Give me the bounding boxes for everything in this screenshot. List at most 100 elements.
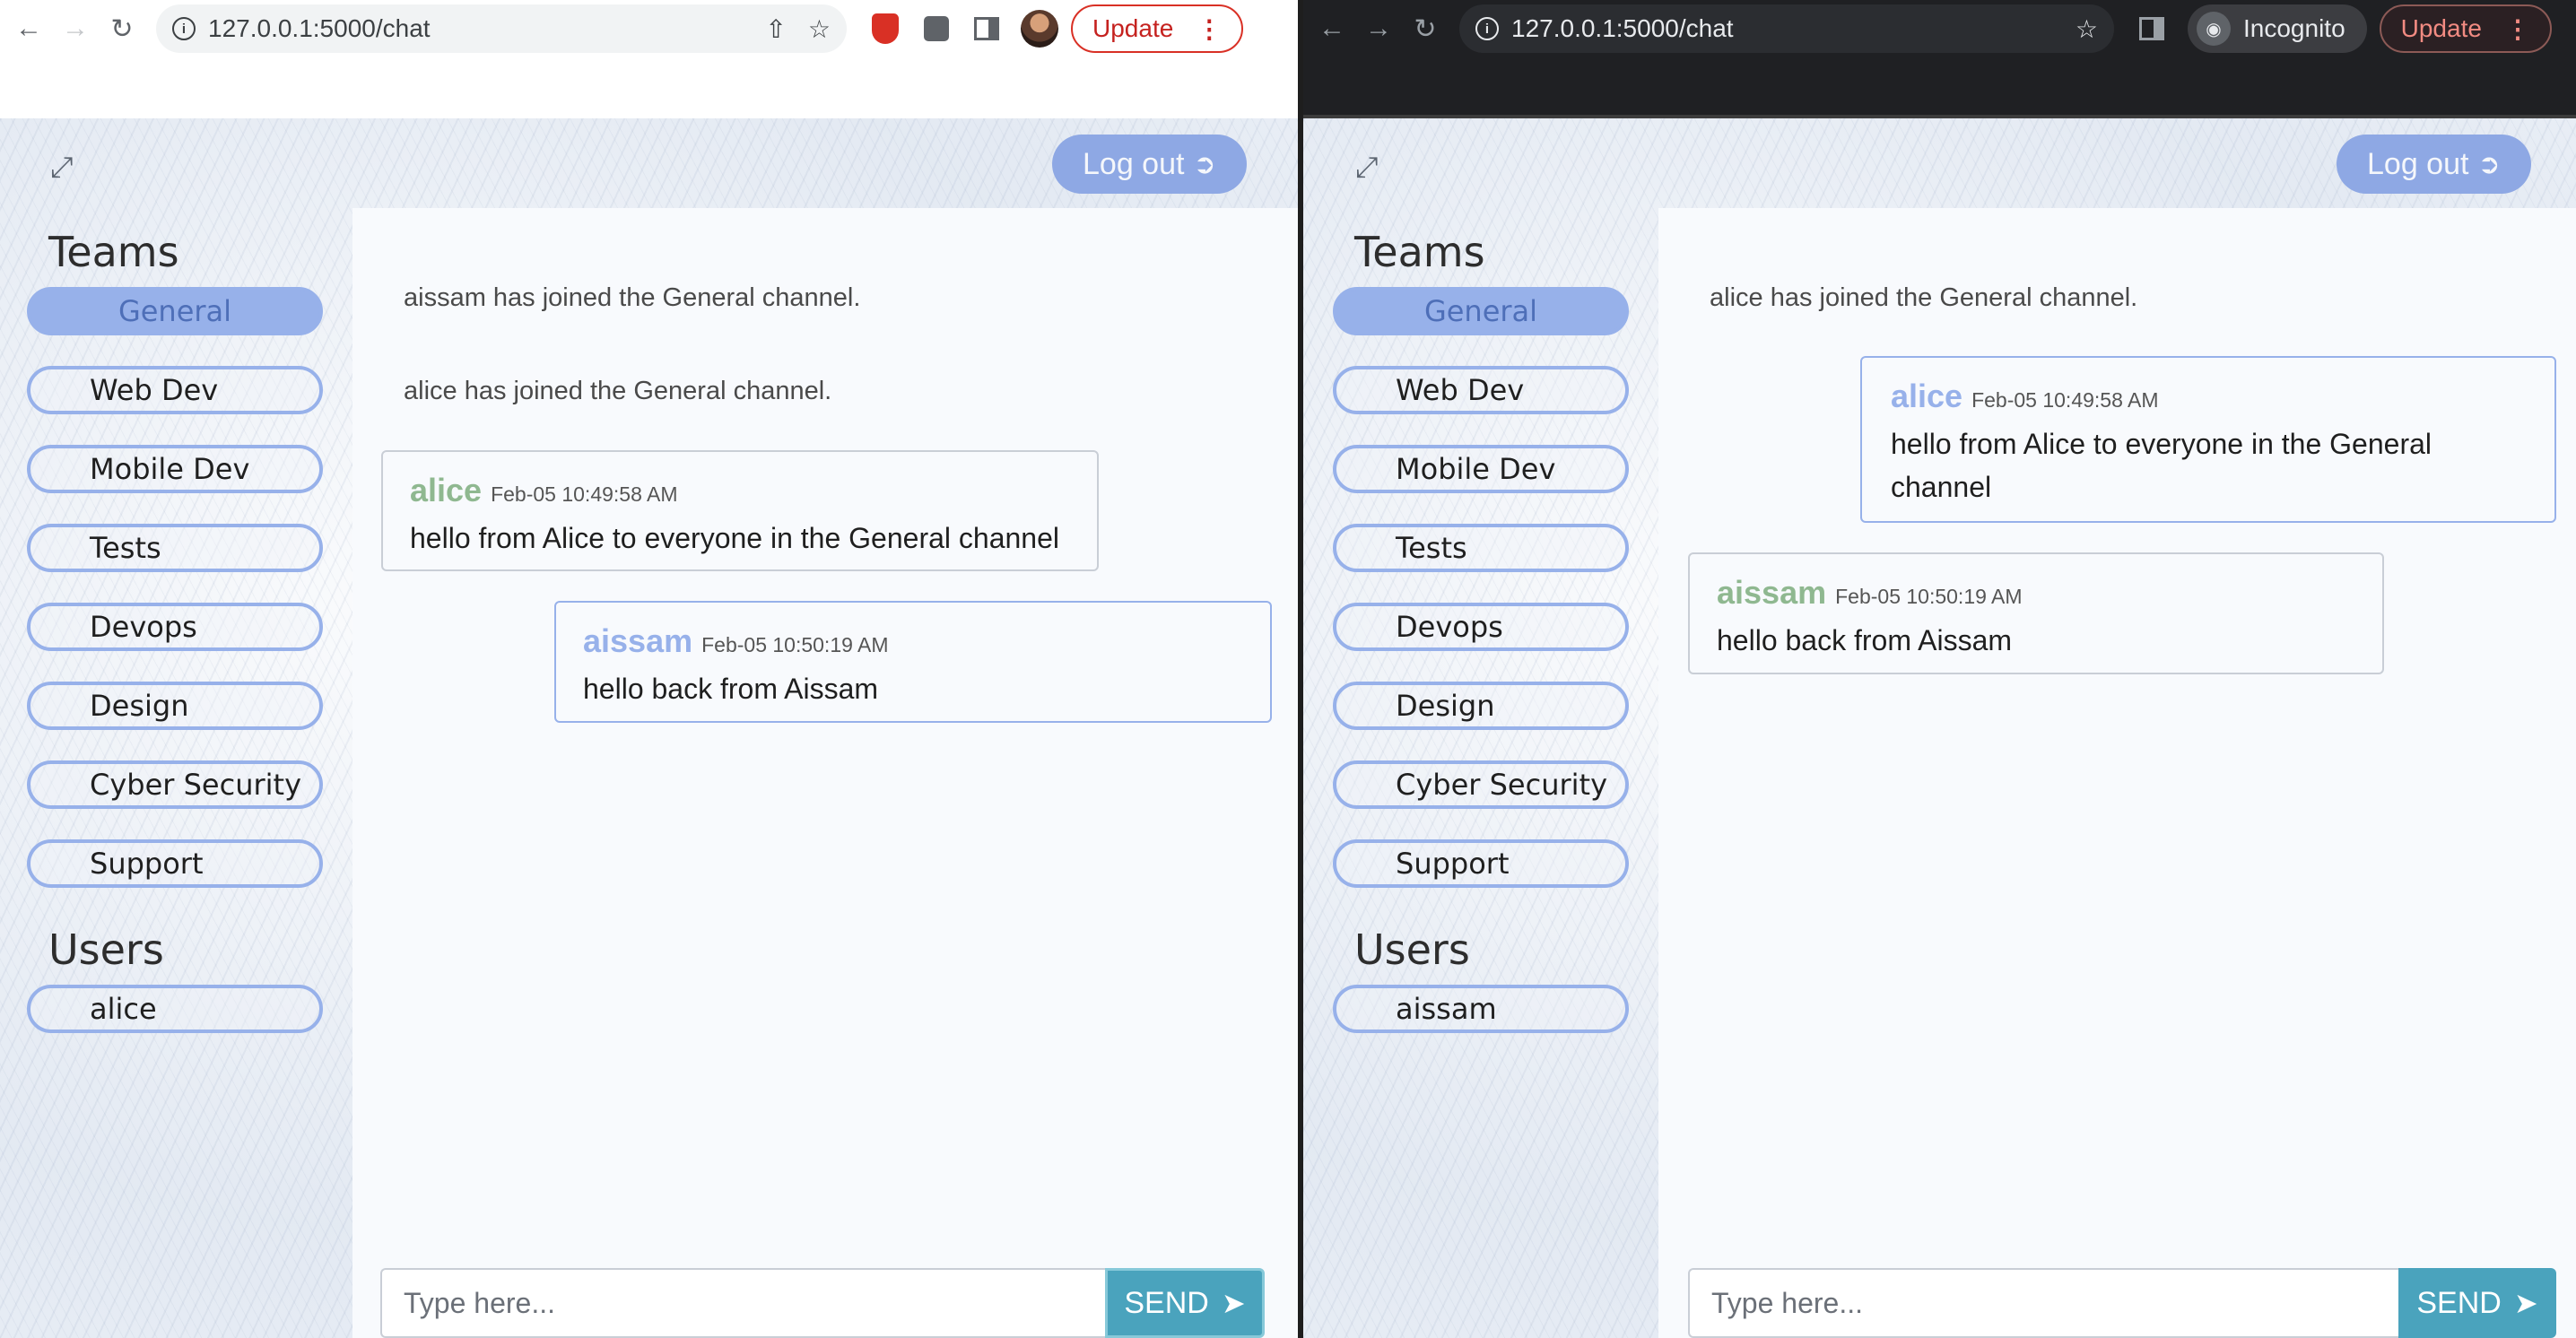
message-username: alice — [1891, 378, 1963, 414]
send-button[interactable]: SEND ➤ — [2398, 1268, 2556, 1338]
message-username: aissam — [583, 622, 693, 659]
channel-cyber-security[interactable]: Cyber Security — [27, 760, 323, 809]
browser-toolbar: ← → ↻ i 127.0.0.1:5000/chat ⇧ ☆ Update ⋮ — [0, 0, 1301, 57]
channel-general[interactable]: General — [27, 287, 323, 335]
side-panel-icon[interactable] — [974, 17, 999, 40]
user-aissam[interactable]: aissam — [1333, 985, 1629, 1033]
message-username: alice — [410, 472, 483, 508]
logout-icon: ➲ — [2477, 149, 2501, 179]
message-card: aissam Feb-05 10:50:19 AM hello back fro… — [1688, 552, 2384, 674]
system-message: alice has joined the General channel. — [1710, 283, 2138, 312]
expand-icon[interactable]: ⤢ — [1355, 151, 1379, 185]
info-icon[interactable]: i — [1475, 17, 1499, 40]
message-card: aissam Feb-05 10:50:19 AM hello back fro… — [554, 601, 1272, 723]
channel-general[interactable]: General — [1333, 287, 1629, 335]
channel-support[interactable]: Support — [1333, 839, 1629, 888]
update-label: Update — [2400, 14, 2482, 42]
update-button[interactable]: Update ⋮ — [2379, 4, 2552, 53]
profile-avatar[interactable] — [1021, 10, 1058, 48]
message-text-line: hello from Alice to everyone in the Gene… — [1891, 428, 2432, 460]
message-time: Feb-05 10:49:58 AM — [1971, 388, 2159, 412]
users-title: Users — [1354, 925, 1470, 974]
channel-devops[interactable]: Devops — [1333, 603, 1629, 651]
system-message: alice has joined the General channel. — [404, 377, 832, 405]
reload-icon[interactable]: ↻ — [104, 11, 140, 47]
incognito-icon: ◉ — [2197, 12, 2231, 46]
star-icon[interactable]: ☆ — [808, 14, 831, 44]
menu-dots-icon[interactable]: ⋮ — [1197, 14, 1222, 44]
incognito-indicator[interactable]: ◉ Incognito — [2188, 4, 2367, 53]
channel-design[interactable]: Design — [1333, 682, 1629, 730]
share-icon[interactable]: ⇧ — [765, 14, 786, 44]
logout-button[interactable]: Log out ➲ — [2337, 135, 2531, 194]
channel-tests[interactable]: Tests — [1333, 524, 1629, 572]
logout-button[interactable]: Log out ➲ — [1052, 135, 1247, 194]
logout-label: Log out — [1083, 146, 1185, 181]
message-time: Feb-05 10:49:58 AM — [491, 482, 678, 506]
update-label: Update — [1092, 14, 1174, 42]
back-icon[interactable]: ← — [11, 11, 47, 47]
message-card: alice Feb-05 10:49:58 AM hello from Alic… — [1860, 356, 2556, 523]
teams-title: Teams — [1354, 228, 1485, 276]
channel-mobile-dev[interactable]: Mobile Dev — [27, 445, 323, 493]
logout-label: Log out — [2367, 146, 2469, 181]
toolbar-spacer — [0, 57, 1301, 118]
logout-icon: ➲ — [1193, 149, 1216, 179]
channel-mobile-dev[interactable]: Mobile Dev — [1333, 445, 1629, 493]
channel-devops[interactable]: Devops — [27, 603, 323, 651]
info-icon[interactable]: i — [172, 17, 196, 40]
extension-icon[interactable] — [924, 16, 949, 41]
message-card: alice Feb-05 10:49:58 AM hello from Alic… — [381, 450, 1099, 571]
paper-plane-icon: ➤ — [1221, 1287, 1246, 1319]
sidebar: Teams General Web Dev Mobile Dev Tests D… — [1303, 208, 1658, 1338]
chat-page: ⤢ Log out ➲ Teams General Web Dev Mobile… — [1303, 118, 2576, 1338]
menu-dots-icon[interactable]: ⋮ — [2505, 14, 2530, 44]
chat-main: aissam has joined the General channel. a… — [352, 208, 1301, 1338]
chat-main: alice has joined the General channel. al… — [1658, 208, 2576, 1338]
users-title: Users — [48, 925, 164, 974]
message-text: hello from Alice to everyone in the Gene… — [410, 522, 1059, 554]
message-text: hello back from Aissam — [1717, 624, 2013, 656]
message-input[interactable]: Type here... — [1688, 1268, 2398, 1338]
expand-icon[interactable]: ⤢ — [50, 151, 74, 185]
message-composer: Type here... SEND ➤ — [1688, 1268, 2556, 1338]
forward-icon[interactable]: → — [1361, 11, 1397, 47]
update-button[interactable]: Update ⋮ — [1071, 4, 1244, 53]
url-text[interactable]: 127.0.0.1:5000/chat — [208, 14, 744, 43]
message-input[interactable]: Type here... — [380, 1268, 1105, 1338]
browser-window-left: ← → ↻ i 127.0.0.1:5000/chat ⇧ ☆ Update ⋮… — [0, 0, 1301, 1338]
toolbar-spacer — [1303, 57, 2576, 118]
send-label: SEND — [2416, 1285, 2502, 1320]
message-time: Feb-05 10:50:19 AM — [1835, 585, 2023, 608]
side-panel-icon[interactable] — [2139, 17, 2164, 40]
channel-support[interactable]: Support — [27, 839, 323, 888]
address-bar[interactable]: i 127.0.0.1:5000/chat ⇧ ☆ — [156, 4, 847, 53]
chat-page: ⤢ Log out ➲ Teams General Web Dev Mobile… — [0, 118, 1301, 1338]
channel-tests[interactable]: Tests — [27, 524, 323, 572]
browser-window-right: ← → ↻ i 127.0.0.1:5000/chat ☆ ◉ Incognit… — [1301, 0, 2576, 1338]
extension-shield-icon[interactable] — [872, 13, 899, 44]
reload-icon[interactable]: ↻ — [1407, 11, 1443, 47]
channel-web-dev[interactable]: Web Dev — [1333, 366, 1629, 414]
address-bar[interactable]: i 127.0.0.1:5000/chat ☆ — [1459, 4, 2114, 53]
incognito-label: Incognito — [2243, 14, 2345, 42]
channel-design[interactable]: Design — [27, 682, 323, 730]
send-label: SEND — [1124, 1285, 1209, 1320]
user-alice[interactable]: alice — [27, 985, 323, 1033]
channel-cyber-security[interactable]: Cyber Security — [1333, 760, 1629, 809]
system-message: aissam has joined the General channel. — [404, 283, 861, 312]
sidebar: Teams General Web Dev Mobile Dev Tests D… — [0, 208, 352, 1338]
url-text[interactable]: 127.0.0.1:5000/chat — [1511, 14, 2054, 43]
message-composer: Type here... SEND ➤ — [380, 1268, 1265, 1338]
forward-icon[interactable]: → — [57, 11, 93, 47]
star-icon[interactable]: ☆ — [2076, 14, 2098, 44]
message-username: aissam — [1717, 574, 1827, 611]
channel-web-dev[interactable]: Web Dev — [27, 366, 323, 414]
send-button[interactable]: SEND ➤ — [1105, 1268, 1265, 1338]
teams-title: Teams — [48, 228, 179, 276]
message-text-line: channel — [1891, 471, 1992, 503]
back-icon[interactable]: ← — [1314, 11, 1350, 47]
message-time: Feb-05 10:50:19 AM — [701, 633, 889, 656]
browser-toolbar-incognito: ← → ↻ i 127.0.0.1:5000/chat ☆ ◉ Incognit… — [1303, 0, 2576, 57]
message-text: hello from Alice to everyone in the Gene… — [1891, 422, 2526, 508]
